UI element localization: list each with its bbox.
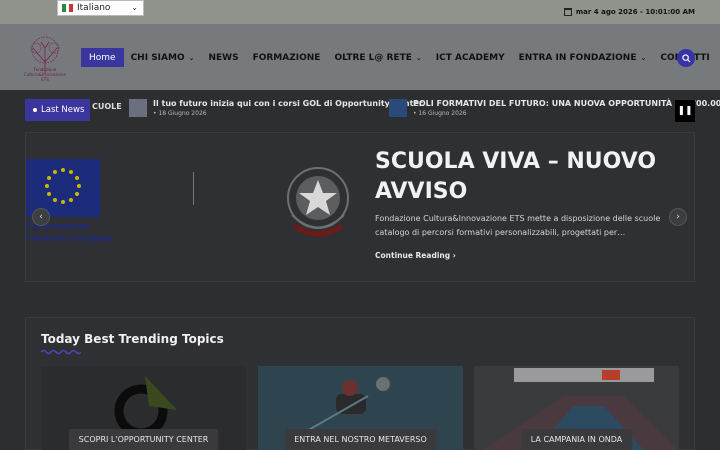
chevron-down-icon: ⌄ <box>415 53 422 62</box>
language-label: Italiano <box>77 3 111 13</box>
ticker-label: Last News <box>25 99 90 121</box>
wave-underline-icon <box>41 349 81 355</box>
nav-label: FORMAZIONE <box>252 52 321 63</box>
nav-label: Home <box>89 52 116 63</box>
pause-icon: ❚❚ <box>677 106 693 116</box>
nav-label: ENTRA IN FONDAZIONE <box>518 52 637 63</box>
ticker-label-text: Last News <box>41 105 85 115</box>
chevron-right-icon: › <box>452 251 456 260</box>
slide-description: Fondazione Cultura&Innovazione ETS mette… <box>375 214 661 237</box>
nav-item-oltre-la-rete[interactable]: OLTRE L@ RETE ⌄ <box>327 48 428 67</box>
trending-card[interactable]: ENTRA NEL NOSTRO METAVERSO <box>258 366 463 450</box>
chevron-down-icon: ⌄ <box>640 53 647 62</box>
search-button[interactable] <box>677 49 695 67</box>
card-label: ENTRA NEL NOSTRO METAVERSO <box>284 429 437 450</box>
italian-flag-icon <box>62 4 74 12</box>
italian-republic-emblem-icon <box>287 167 349 237</box>
datetime-text: mar 4 ago 2026 - 10:01:00 AM <box>575 8 695 16</box>
nav-label: ICT ACADEMY <box>435 52 505 63</box>
nav-item-news[interactable]: NEWS <box>201 48 245 67</box>
ticker-item[interactable]: POLI FORMATIVI DEL FUTURO: UNA NUOVA OPP… <box>389 99 720 117</box>
trending-card[interactable]: LA CAMPANIA IN ONDA <box>474 366 679 450</box>
nav-item-formazione[interactable]: FORMAZIONE <box>246 48 328 67</box>
continue-reading-text: Continue Reading <box>375 251 451 260</box>
main-nav: Home CHI SIAMO ⌄ NEWS FORMAZIONE OLTRE L@… <box>81 48 717 67</box>
chevron-down-icon: ⌄ <box>131 3 138 12</box>
slider-prev-button[interactable]: ‹ <box>32 208 50 226</box>
news-ticker: Last News CUOLE Il tuo futuro inizia qui… <box>25 99 720 121</box>
ticker-thumbnail <box>389 99 407 117</box>
nav-item-home[interactable]: Home <box>81 48 124 67</box>
ticker-item-date: • 18 Giugno 2026 <box>153 110 207 117</box>
ticker-item-date: • 16 Giugno 2026 <box>413 110 467 117</box>
ticker-pause-button[interactable]: ❚❚ <box>675 100 695 122</box>
ticker-item-title: POLI FORMATIVI DEL FUTURO: UNA NUOVA OPP… <box>413 99 720 108</box>
chevron-down-icon: ⌄ <box>188 53 195 62</box>
logo-divider <box>193 172 194 205</box>
continue-reading-link[interactable]: Continue Reading › <box>375 251 456 260</box>
ticker-thumbnail <box>129 99 147 117</box>
nav-label: CHI SIAMO <box>130 52 185 63</box>
trending-title: Today Best Trending Topics <box>41 332 224 346</box>
eu-caption-line: l'Unione europea <box>26 234 113 244</box>
nav-item-ict-academy[interactable]: ICT ACADEMY <box>429 48 512 67</box>
trending-card[interactable]: SCOPRI L'OPPORTUNITY CENTER <box>41 366 246 450</box>
ticker-prev-fragment[interactable]: CUOLE <box>92 102 122 111</box>
ticker-date-text: 16 Giugno 2026 <box>418 110 467 117</box>
slider-next-button[interactable]: › <box>669 208 687 226</box>
ticker-date-text: 18 Giugno 2026 <box>158 110 207 117</box>
current-datetime: mar 4 ago 2026 - 10:01:00 AM <box>563 8 695 16</box>
search-icon <box>681 53 691 63</box>
ticker-item-title: Il tuo futuro inizia qui con i corsi GOL… <box>153 99 425 108</box>
nav-item-chi-siamo[interactable]: CHI SIAMO ⌄ <box>124 48 202 67</box>
logo-text: Fondazione Cultura&Innovazione ETS <box>24 67 66 82</box>
slide-title[interactable]: SCUOLA VIVA – NUOVO AVVISO <box>375 147 675 207</box>
ticker-item[interactable]: Il tuo futuro inizia qui con i corsi GOL… <box>129 99 425 117</box>
nav-label: OLTRE L@ RETE <box>334 52 412 63</box>
chevron-right-icon: › <box>676 212 680 222</box>
nav-label: NEWS <box>208 52 239 63</box>
card-label: LA CAMPANIA IN ONDA <box>520 429 633 450</box>
card-label: SCOPRI L'OPPORTUNITY CENTER <box>68 429 219 450</box>
language-selector[interactable]: Italiano ⌄ <box>57 0 144 16</box>
nav-item-entra-in-fondazione[interactable]: ENTRA IN FONDAZIONE ⌄ <box>512 48 654 67</box>
calendar-icon <box>563 8 572 16</box>
dot-icon <box>33 108 37 112</box>
chevron-left-icon: ‹ <box>39 212 43 222</box>
